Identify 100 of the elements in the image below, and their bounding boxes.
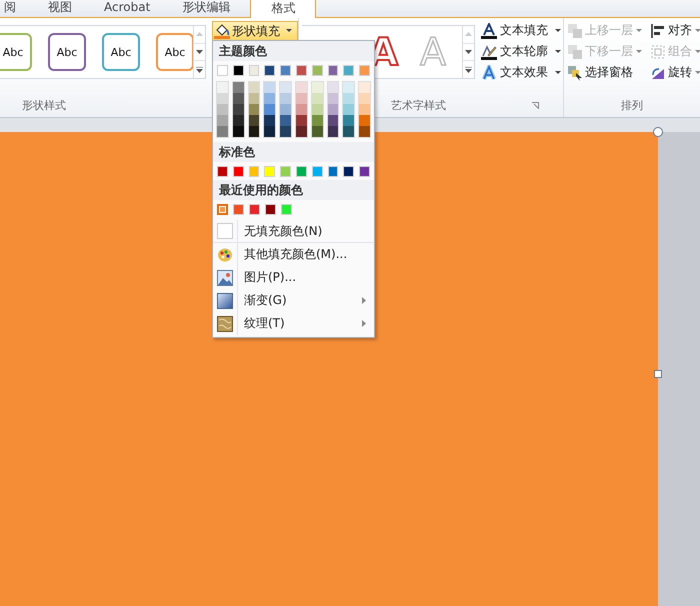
color-swatch[interactable] (280, 65, 291, 76)
color-swatch[interactable] (312, 104, 323, 115)
group-label: 形状样式 (22, 98, 66, 113)
color-swatch[interactable] (296, 104, 307, 115)
color-swatch[interactable] (280, 93, 291, 104)
caret-icon (555, 50, 561, 54)
color-swatch[interactable] (264, 126, 276, 137)
arrange-command-button[interactable]: 选择窗格 (566, 63, 643, 82)
text-command-button[interactable]: 文本效果 (479, 63, 563, 82)
color-swatch[interactable] (248, 93, 260, 104)
color-swatch[interactable] (328, 93, 338, 104)
color-swatch[interactable] (248, 65, 260, 76)
ribbon-tab[interactable]: Acrobat (92, 0, 162, 17)
color-swatch[interactable] (312, 93, 323, 104)
color-swatch[interactable] (343, 65, 354, 76)
color-swatch[interactable] (232, 166, 244, 177)
color-swatch[interactable] (296, 93, 307, 104)
color-swatch[interactable] (248, 126, 260, 137)
color-swatch[interactable] (217, 65, 228, 76)
color-swatch[interactable] (217, 204, 228, 215)
color-swatch[interactable] (296, 65, 307, 76)
color-swatch[interactable] (232, 115, 244, 126)
ribbon-tab[interactable]: 视图 (36, 0, 84, 17)
color-swatch[interactable] (312, 115, 323, 126)
color-swatch[interactable] (217, 104, 228, 115)
menu-item[interactable]: 渐变(G) (213, 289, 374, 312)
color-swatch[interactable] (280, 126, 291, 137)
color-swatch[interactable] (296, 115, 307, 126)
shape-style-option[interactable]: Abc (48, 33, 86, 71)
shape-fill-button[interactable]: 形状填充 (212, 21, 298, 41)
color-swatch[interactable] (359, 126, 370, 137)
color-swatch[interactable] (264, 65, 276, 76)
color-swatch[interactable] (248, 166, 260, 177)
color-swatch[interactable] (328, 104, 338, 115)
color-swatch[interactable] (232, 82, 244, 93)
menu-item[interactable]: 图片(P)... (213, 266, 374, 289)
color-swatch[interactable] (232, 93, 244, 104)
color-swatch[interactable] (248, 104, 260, 115)
color-swatch[interactable] (264, 104, 276, 115)
color-swatch[interactable] (296, 82, 307, 93)
color-swatch[interactable] (328, 126, 338, 137)
dialog-launcher-icon[interactable] (532, 102, 539, 109)
menu-item[interactable]: 其他填充颜色(M)... (213, 243, 374, 266)
menu-item[interactable]: 纹理(T) (213, 312, 374, 335)
color-swatch[interactable] (312, 166, 323, 177)
color-swatch[interactable] (296, 126, 307, 137)
color-swatch[interactable] (343, 126, 354, 137)
color-swatch[interactable] (217, 115, 228, 126)
arrange-command-button[interactable]: 旋转 (649, 63, 700, 82)
resize-handle[interactable] (654, 370, 662, 378)
color-swatch[interactable] (343, 93, 354, 104)
color-swatch[interactable] (343, 166, 354, 177)
color-swatch[interactable] (280, 104, 291, 115)
ribbon-tab[interactable]: 阅 (0, 0, 28, 17)
color-swatch[interactable] (328, 115, 338, 126)
color-swatch[interactable] (217, 126, 228, 137)
ribbon-tab[interactable]: 形状编辑 (170, 0, 242, 17)
menu-item[interactable]: 无填充颜色(N) (213, 220, 374, 243)
shape-style-option[interactable]: Abc (102, 33, 140, 71)
color-swatch[interactable] (359, 65, 370, 76)
arrange-command-button[interactable]: 对齐 (649, 21, 700, 40)
color-swatch[interactable] (312, 82, 323, 93)
color-swatch[interactable] (359, 93, 370, 104)
color-swatch[interactable] (359, 82, 370, 93)
color-swatch[interactable] (280, 82, 291, 93)
color-swatch[interactable] (312, 126, 323, 137)
color-swatch[interactable] (280, 166, 291, 177)
color-swatch[interactable] (328, 82, 338, 93)
color-swatch[interactable] (359, 104, 370, 115)
color-swatch[interactable] (328, 166, 338, 177)
color-swatch[interactable] (264, 166, 276, 177)
color-swatch[interactable] (343, 82, 354, 93)
text-command-button[interactable]: 文本轮廓 (479, 42, 563, 61)
color-swatch[interactable] (217, 166, 228, 177)
color-swatch[interactable] (248, 115, 260, 126)
color-swatch[interactable] (217, 82, 228, 93)
color-swatch[interactable] (281, 204, 292, 215)
color-swatch[interactable] (359, 166, 370, 177)
color-swatch[interactable] (359, 115, 370, 126)
color-swatch[interactable] (249, 204, 260, 215)
color-swatch[interactable] (343, 115, 354, 126)
shape-style-option[interactable]: Abc (0, 33, 32, 71)
color-swatch[interactable] (312, 65, 323, 76)
color-swatch[interactable] (264, 115, 276, 126)
color-swatch[interactable] (343, 104, 354, 115)
text-command-button[interactable]: 文本填充 (479, 21, 563, 40)
color-swatch[interactable] (217, 93, 228, 104)
ribbon-tab[interactable]: 格式 (250, 0, 316, 18)
color-swatch[interactable] (232, 104, 244, 115)
color-swatch[interactable] (280, 115, 291, 126)
color-swatch[interactable] (296, 166, 307, 177)
color-swatch[interactable] (232, 126, 244, 137)
color-swatch[interactable] (248, 82, 260, 93)
color-swatch[interactable] (232, 65, 244, 76)
color-swatch[interactable] (264, 82, 276, 93)
color-swatch[interactable] (265, 204, 276, 215)
color-swatch[interactable] (233, 204, 244, 215)
shape-style-option[interactable]: Abc (156, 33, 193, 71)
color-swatch[interactable] (264, 93, 276, 104)
color-swatch[interactable] (328, 65, 338, 76)
